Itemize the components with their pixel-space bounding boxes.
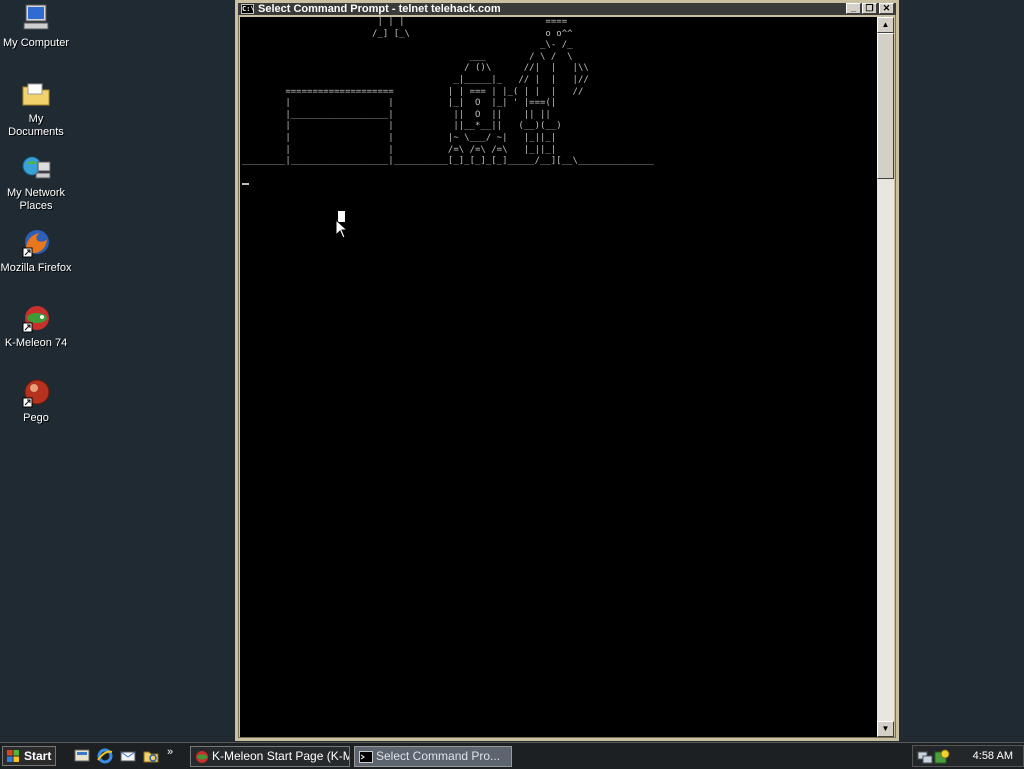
internet-explorer-icon[interactable] (96, 747, 114, 765)
desktop-icon-my-documents[interactable]: My Documents (0, 78, 72, 139)
taskbar-item-label: K-Meleon Start Page (K-M... (212, 749, 350, 763)
start-label: Start (24, 749, 52, 763)
network-icon (22, 156, 51, 179)
windows-flag-icon (7, 750, 19, 762)
console-icon: C:\ (241, 4, 255, 14)
taskbar-item-command-prompt[interactable]: Select Command Pro... (354, 746, 512, 767)
window-title: Select Command Prompt - telnet telehack.… (258, 3, 501, 15)
scroll-thumb[interactable] (877, 33, 894, 179)
mouse-pointer-icon (335, 219, 347, 239)
command-prompt-window[interactable]: C:\ Select Command Prompt - telnet teleh… (235, 0, 899, 741)
text-cursor (242, 183, 249, 185)
close-button[interactable]: ✕ (879, 3, 894, 14)
desktop-icon-label: K-Meleon 74 (4, 337, 68, 349)
desktop-icon-label: Pego (23, 412, 49, 424)
taskbar: Start » K-Meleon Start Page (K-M... Sele… (0, 742, 1024, 769)
minimize-button[interactable]: _ (846, 3, 861, 14)
taskbar-item-label: Select Command Pro... (376, 749, 501, 763)
pego-icon (22, 379, 50, 408)
show-desktop-icon[interactable] (73, 747, 91, 765)
kmeleon-icon (196, 751, 208, 763)
firefox-icon (22, 230, 49, 258)
desktop-icon-my-computer[interactable]: My Computer (0, 2, 72, 50)
desktop-icon-label: Mozilla Firefox (0, 262, 72, 274)
desktop-icon-label: My Computer (2, 37, 70, 49)
window-titlebar[interactable]: C:\ Select Command Prompt - telnet teleh… (238, 3, 896, 15)
folder-icon (22, 83, 50, 106)
system-tray: 4:58 AM (912, 745, 1024, 767)
desktop-icon-mozilla-firefox[interactable]: Mozilla Firefox (0, 227, 72, 275)
quick-launch-more-button[interactable]: » (167, 746, 173, 758)
console-icon (359, 751, 373, 763)
desktop-icon-my-network-places[interactable]: My Network Places (0, 152, 72, 213)
console-text: | | | ==== /_] [_\ o o^^ _\- /_ ___ / \ … (242, 17, 654, 167)
outlook-express-icon[interactable] (119, 747, 137, 765)
computer-icon (23, 4, 49, 30)
vertical-scrollbar[interactable]: ▲ ▼ (877, 17, 894, 737)
desktop-icon-k-meleon[interactable]: K-Meleon 74 (0, 302, 72, 350)
restore-button[interactable]: ❐ (862, 3, 877, 14)
taskbar-item-k-meleon[interactable]: K-Meleon Start Page (K-M... (190, 746, 350, 767)
scroll-up-button[interactable]: ▲ (877, 17, 894, 33)
desktop-icon-label: My Documents (8, 113, 64, 138)
security-alert-icon[interactable] (934, 749, 950, 765)
desktop-icon-pego[interactable]: Pego (0, 377, 72, 425)
clock[interactable]: 4:58 AM (973, 750, 1013, 762)
scroll-down-button[interactable]: ▼ (877, 721, 894, 737)
network-connection-icon[interactable] (917, 749, 933, 765)
desktop-icon-label: My Network Places (6, 187, 66, 212)
windows-explorer-icon[interactable] (142, 747, 160, 765)
console-output[interactable]: | | | ==== /_] [_\ o o^^ _\- /_ ___ / \ … (240, 17, 881, 737)
kmeleon-icon (22, 306, 49, 333)
start-button[interactable]: Start (2, 746, 56, 766)
